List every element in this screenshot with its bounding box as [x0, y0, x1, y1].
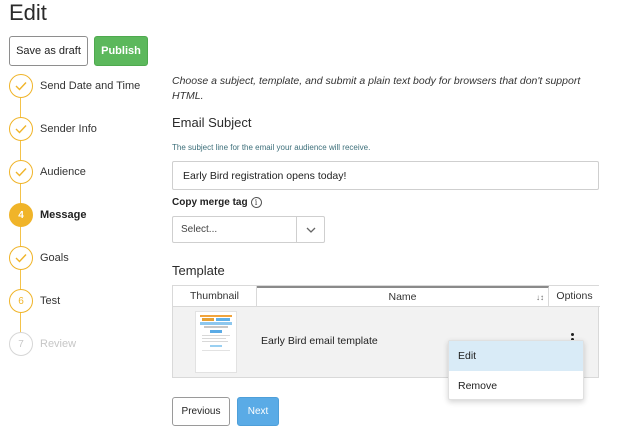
column-header-name[interactable]: Name ↓↕: [257, 286, 549, 307]
check-icon: [9, 117, 33, 141]
step-label: Audience: [40, 166, 86, 178]
column-header-thumbnail: Thumbnail: [173, 286, 257, 307]
step-label: Goals: [40, 252, 69, 264]
step-test[interactable]: 6 Test: [9, 289, 60, 313]
sort-icon[interactable]: ↓↕: [536, 293, 544, 302]
merge-label-text: Copy merge tag: [172, 197, 248, 208]
step-number: 4: [9, 203, 33, 227]
template-thumbnail[interactable]: [195, 311, 237, 373]
menu-item-remove[interactable]: Remove: [449, 371, 583, 401]
info-icon[interactable]: i: [250, 197, 262, 208]
name-header-text: Name: [388, 291, 417, 303]
merge-tag-select[interactable]: Select...: [172, 216, 325, 243]
chevron-down-icon[interactable]: [296, 217, 324, 242]
step-label: Test: [40, 295, 61, 307]
options-dropdown-menu: Edit Remove: [448, 340, 584, 400]
subject-help-text: The subject line for the email your audi…: [172, 143, 371, 152]
intro-text: Choose a subject, template, and submit a…: [172, 75, 581, 102]
step-label: Message: [40, 209, 87, 221]
next-button[interactable]: Next: [237, 397, 279, 426]
step-audience[interactable]: Audience: [9, 160, 86, 184]
copy-merge-tag-label: Copy merge tag i: [172, 197, 262, 208]
menu-item-edit[interactable]: Edit: [449, 341, 583, 371]
step-number: 7: [9, 332, 33, 356]
template-heading: Template: [172, 263, 225, 278]
template-name: Early Bird email template: [261, 335, 378, 347]
page-title: Edit: [9, 0, 47, 25]
step-sender-info[interactable]: Sender Info: [9, 117, 97, 141]
step-goals[interactable]: Goals: [9, 246, 69, 270]
check-icon: [9, 246, 33, 270]
email-subject-heading: Email Subject: [172, 115, 252, 130]
step-send-date-and-time[interactable]: Send Date and Time: [9, 74, 140, 98]
step-number: 6: [9, 289, 33, 313]
email-subject-input[interactable]: Early Bird registration opens today!: [172, 161, 599, 190]
column-header-options: Options: [549, 286, 600, 307]
check-icon: [9, 160, 33, 184]
step-review: 7 Review: [9, 332, 76, 356]
merge-select-value: Select...: [181, 224, 218, 235]
step-label: Sender Info: [40, 123, 97, 135]
step-label: Review: [40, 338, 77, 350]
previous-button[interactable]: Previous: [172, 397, 230, 426]
step-message[interactable]: 4 Message: [9, 203, 86, 227]
publish-button[interactable]: Publish: [94, 36, 148, 66]
step-label: Send Date and Time: [40, 80, 141, 92]
check-icon: [9, 74, 33, 98]
save-as-draft-button[interactable]: Save as draft: [9, 36, 88, 66]
subject-value: Early Bird registration opens today!: [183, 169, 347, 182]
